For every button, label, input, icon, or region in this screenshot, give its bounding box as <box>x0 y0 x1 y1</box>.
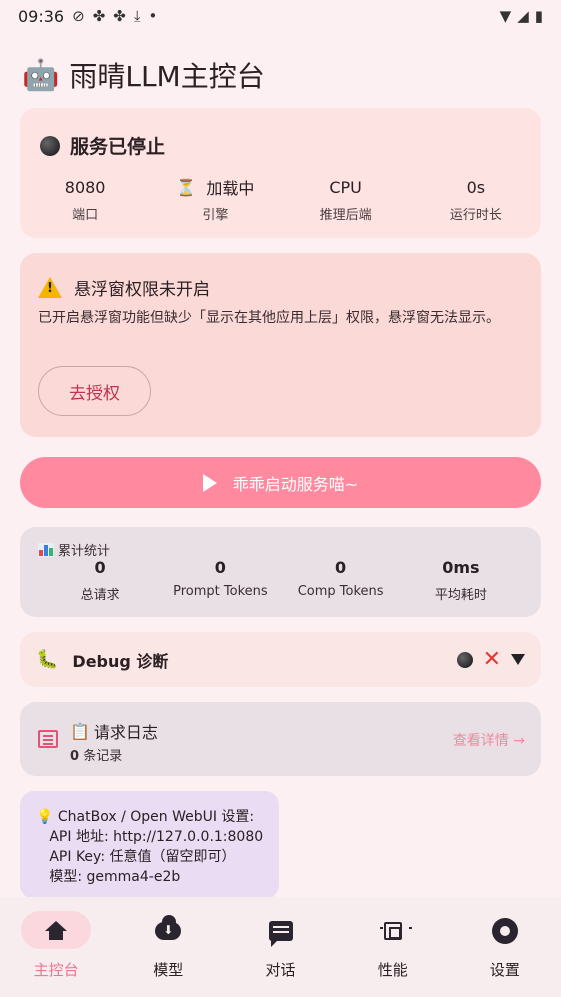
status-bar: 09:36 ⊘ ✤ ✤ ⤓ • ▼ ◢ ▮ <box>0 0 561 32</box>
request-log-count-suffix: 条记录 <box>83 749 123 764</box>
robot-icon: 🤖 <box>22 57 60 93</box>
stat-prompt-tokens-label: Prompt Tokens <box>173 584 268 599</box>
debug-status-dot-icon <box>456 651 473 668</box>
stat-backend-label: 推理后端 <box>319 208 372 223</box>
stat-engine: ⏳ 加载中 引擎 <box>150 174 280 224</box>
stat-prompt-tokens: 0 Prompt Tokens <box>160 557 280 603</box>
service-status-text: 服务已停止 <box>70 136 166 158</box>
clipboard-icon: 📋 <box>70 721 90 741</box>
cumulative-stats-card: 累计统计 0 总请求 0 Prompt Tokens 0 Comp Tokens… <box>20 527 541 617</box>
cumulative-stats-row: 0 总请求 0 Prompt Tokens 0 Comp Tokens 0ms … <box>20 557 541 603</box>
api-settings-tip-text: 💡 ChatBox / Open WebUI 设置: API 地址: http:… <box>36 809 264 885</box>
stat-total-requests: 0 总请求 <box>40 557 160 603</box>
stat-uptime-label: 运行时长 <box>449 208 502 223</box>
start-service-label: 乖乖启动服务喵~ <box>232 474 359 494</box>
stat-engine-label: 引擎 <box>202 208 229 223</box>
chip-icon <box>379 919 412 943</box>
nav-item-chat[interactable]: 对话 <box>224 897 336 997</box>
hourglass-icon: ⏳ <box>176 177 197 197</box>
warning-title: 悬浮窗权限未开启 <box>74 280 210 300</box>
nav-label-dashboard: 主控台 <box>33 961 79 979</box>
nav-label-settings: 设置 <box>489 961 520 979</box>
stat-total-requests-value: 0 <box>94 558 106 577</box>
stat-total-requests-label: 总请求 <box>80 588 120 603</box>
pinwheel-icon: ✤ <box>92 7 106 25</box>
service-status-header: 服务已停止 <box>40 132 165 159</box>
overlay-permission-warning: 悬浮窗权限未开启 已开启悬浮窗功能但缺少「显示在其他应用上层」权限，悬浮窗无法显… <box>20 253 541 437</box>
api-settings-tip: 💡 ChatBox / Open WebUI 设置: API 地址: http:… <box>20 791 279 899</box>
nav-item-dashboard[interactable]: 主控台 <box>0 897 112 997</box>
request-log-card[interactable]: 📋 请求日志 0 条记录 查看详情 → <box>20 702 541 776</box>
bottom-navigation: 主控台 模型 对话 性能 设置 <box>0 897 561 997</box>
chat-icon <box>268 919 294 947</box>
nav-item-performance[interactable]: 性能 <box>337 897 449 997</box>
request-log-title: 请求日志 <box>93 723 158 742</box>
request-log-count-value: 0 <box>70 749 80 764</box>
stat-port-value: 8080 <box>64 177 106 197</box>
hotspot-icon: ⊘ <box>72 7 85 25</box>
clock: 09:36 <box>18 6 65 26</box>
nav-item-settings[interactable]: 设置 <box>449 897 561 997</box>
stat-avg-latency: 0ms 平均耗时 <box>401 557 521 603</box>
warning-icon <box>38 277 62 298</box>
list-icon <box>38 730 58 748</box>
stat-comp-tokens-value: 0 <box>335 558 347 577</box>
stat-backend-value: CPU <box>329 177 362 197</box>
error-x-icon: ✕ <box>482 646 501 672</box>
play-icon <box>202 473 217 492</box>
warning-header: 悬浮窗权限未开启 <box>38 275 210 300</box>
signal-icon: ◢ <box>517 7 529 25</box>
stat-prompt-tokens-value: 0 <box>214 558 226 577</box>
debug-title: Debug 诊断 <box>72 651 169 671</box>
stat-engine-value: 加载中 <box>206 179 255 198</box>
expand-arrow-icon[interactable] <box>511 654 525 665</box>
debug-status: ✕ <box>456 632 525 687</box>
stat-port-label: 端口 <box>72 208 99 223</box>
grant-permission-button[interactable]: 去授权 <box>38 366 151 416</box>
start-service-button[interactable]: 乖乖启动服务喵~ <box>20 457 541 508</box>
stat-comp-tokens: 0 Comp Tokens <box>281 557 401 603</box>
battery-icon: ▮ <box>534 7 543 25</box>
nav-label-performance: 性能 <box>377 961 408 979</box>
stat-backend: CPU 推理后端 <box>281 174 411 224</box>
bar-chart-icon <box>38 542 54 557</box>
pinwheel-icon: ✤ <box>113 7 126 25</box>
bug-icon: 🐛 <box>36 649 59 670</box>
stat-avg-latency-value: 0ms <box>442 558 480 577</box>
gear-icon <box>492 919 518 943</box>
status-dot-icon <box>40 135 60 156</box>
stat-comp-tokens-label: Comp Tokens <box>297 584 384 599</box>
dot-icon: • <box>148 7 158 25</box>
request-log-header: 📋 请求日志 <box>70 719 158 743</box>
stat-uptime-value: 0s <box>466 177 486 197</box>
stat-avg-latency-label: 平均耗时 <box>434 588 487 603</box>
stat-port: 8080 端口 <box>20 174 150 224</box>
app-header: 🤖 雨晴LLM主控台 <box>22 54 265 96</box>
debug-diagnostics-panel[interactable]: 🐛 Debug 诊断 ✕ <box>20 632 541 687</box>
nav-label-chat: 对话 <box>265 961 296 979</box>
service-status-card: 服务已停止 8080 端口 ⏳ 加载中 引擎 CPU 推理后端 0s 运行时长 <box>20 108 541 238</box>
warning-body: 已开启悬浮窗功能但缺少「显示在其他应用上层」权限，悬浮窗无法显示。 <box>38 310 500 326</box>
download-icon: ⤓ <box>133 7 141 25</box>
request-log-count: 0 条记录 <box>70 745 122 764</box>
view-details-link[interactable]: 查看详情 → <box>453 730 525 750</box>
page-title: 雨晴LLM主控台 <box>69 60 265 93</box>
nav-label-models: 模型 <box>153 961 184 979</box>
stat-uptime: 0s 运行时长 <box>411 174 541 224</box>
home-icon <box>43 919 69 943</box>
nav-item-models[interactable]: 模型 <box>112 897 224 997</box>
wifi-icon: ▼ <box>499 7 512 25</box>
debug-header: 🐛 Debug 诊断 <box>36 632 168 687</box>
service-stats: 8080 端口 ⏳ 加载中 引擎 CPU 推理后端 0s 运行时长 <box>20 174 541 224</box>
cloud-download-icon <box>155 915 182 943</box>
